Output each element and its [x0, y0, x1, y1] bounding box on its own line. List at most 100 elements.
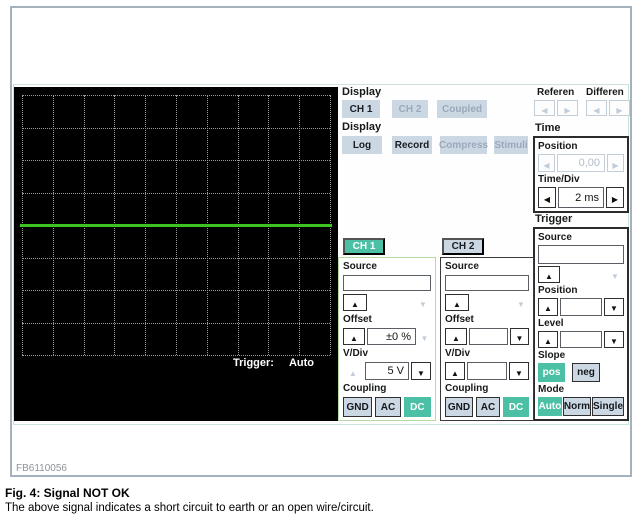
ch2-vdiv-field[interactable]: [467, 362, 507, 380]
ch1-vdiv-field[interactable]: [365, 362, 409, 380]
referen-label: Referen: [537, 87, 574, 98]
mode-single-button[interactable]: Single: [592, 397, 624, 416]
time-div-decrease-button[interactable]: [538, 187, 556, 208]
arrow-down-icon: [516, 329, 524, 344]
display-modes-label: Display: [342, 122, 381, 133]
scope-trigger-status: Trigger: Auto: [233, 357, 314, 369]
ch1-vdiv-down-button[interactable]: [411, 362, 431, 380]
differen-right-button[interactable]: [609, 100, 630, 116]
ch1-offset-up-button[interactable]: [343, 328, 365, 345]
arrow-left-icon: [541, 101, 547, 116]
trigger-level-down-button[interactable]: [604, 331, 624, 348]
ch2-coupling-dc-button[interactable]: DC: [503, 397, 529, 417]
scope-gridline-horizontal: [22, 258, 330, 259]
trigger-status-value: Auto: [289, 357, 314, 369]
display-compress-button[interactable]: Compress: [440, 136, 487, 154]
trigger-level-field[interactable]: [560, 331, 602, 348]
arrow-up-icon: [350, 329, 358, 344]
ch1-source-field[interactable]: [343, 275, 431, 291]
trigger-position-label: Position: [538, 285, 624, 296]
figure-caption-title: Fig. 4: Signal NOT OK: [5, 486, 130, 500]
trigger-position-up-button[interactable]: [538, 298, 558, 315]
ch2-vdiv-down-button[interactable]: [509, 362, 529, 380]
display-ch2-button[interactable]: CH 2: [392, 100, 428, 118]
ch1-source-label: Source: [343, 261, 431, 272]
trigger-source-field[interactable]: [538, 245, 624, 264]
trigger-source-up-button[interactable]: [538, 266, 560, 283]
scope-gridline-horizontal: [22, 128, 330, 129]
display-coupled-button[interactable]: Coupled: [437, 100, 487, 118]
arrow-down-icon: [610, 299, 618, 314]
ch1-coupling-ac-button[interactable]: AC: [375, 397, 400, 417]
time-position-decrease-button[interactable]: [538, 154, 555, 172]
referen-left-button[interactable]: [534, 100, 555, 116]
arrow-left-icon: [543, 156, 549, 171]
trigger-mode-label: Mode: [538, 384, 624, 395]
display-channels-label: Display: [342, 87, 381, 98]
ch2-coupling-ac-button[interactable]: AC: [476, 397, 500, 417]
ch1-source-down-button[interactable]: [415, 294, 431, 311]
arrow-down-icon: [610, 332, 618, 347]
ch2-source-label: Source: [445, 261, 529, 272]
scope-gridline-horizontal: [22, 290, 330, 291]
display-log-button[interactable]: Log: [342, 136, 382, 154]
ch2-offset-field[interactable]: [469, 328, 508, 345]
time-position-field[interactable]: [557, 154, 605, 172]
differen-left-button[interactable]: [586, 100, 607, 116]
arrow-up-icon: [452, 329, 460, 344]
time-div-field[interactable]: [558, 187, 604, 208]
arrow-up-icon: [544, 299, 552, 314]
arrow-down-icon: [417, 364, 425, 379]
ch1-vdiv-up-button[interactable]: [343, 362, 363, 380]
display-record-button[interactable]: Record: [392, 136, 432, 154]
trigger-status-label: Trigger:: [233, 357, 274, 369]
arrow-left-icon: [544, 190, 550, 205]
signal-trace: [20, 224, 332, 227]
arrow-down-icon: [515, 364, 523, 379]
ch1-coupling-dc-button[interactable]: DC: [404, 397, 431, 417]
trigger-position-field[interactable]: [560, 298, 602, 315]
mode-auto-button[interactable]: Auto: [538, 397, 562, 416]
scope-gridline-horizontal: [22, 95, 330, 96]
scope-grid: [22, 95, 330, 355]
ch2-offset-label: Offset: [445, 314, 529, 325]
time-panel: Position Time/Div: [533, 136, 629, 213]
arrow-up-icon: [544, 332, 552, 347]
trigger-source-down-button[interactable]: [606, 266, 624, 283]
arrow-up-icon: [451, 364, 459, 379]
ch1-source-up-button[interactable]: [343, 294, 367, 311]
ch1-offset-down-button[interactable]: [418, 328, 431, 345]
arrow-right-icon: [612, 156, 618, 171]
time-div-increase-button[interactable]: [606, 187, 624, 208]
ch2-offset-up-button[interactable]: [445, 328, 467, 345]
scope-gridline-horizontal: [22, 160, 330, 161]
ch2-vdiv-up-button[interactable]: [445, 362, 465, 380]
display-stimuli-button[interactable]: Stimuli: [494, 136, 528, 154]
time-position-increase-button[interactable]: [607, 154, 624, 172]
trigger-position-down-button[interactable]: [604, 298, 624, 315]
tab-ch2[interactable]: CH 2: [442, 238, 484, 255]
ch1-coupling-gnd-button[interactable]: GND: [343, 397, 372, 417]
arrow-up-icon: [351, 295, 359, 310]
ch2-offset-down-button[interactable]: [510, 328, 529, 345]
ch2-source-down-button[interactable]: [513, 294, 529, 311]
ch1-offset-field[interactable]: [367, 328, 416, 345]
ch2-source-up-button[interactable]: [445, 294, 469, 311]
mode-norm-button[interactable]: Norm: [563, 397, 591, 416]
slope-neg-button[interactable]: neg: [572, 363, 600, 382]
arrow-down-icon: [419, 295, 427, 310]
ch2-source-field[interactable]: [445, 275, 529, 291]
ch2-coupling-gnd-button[interactable]: GND: [445, 397, 473, 417]
slope-pos-button[interactable]: pos: [538, 363, 565, 382]
trigger-level-up-button[interactable]: [538, 331, 558, 348]
scope-display: Trigger: Auto: [14, 87, 338, 421]
ch2-vdiv-label: V/Div: [445, 348, 529, 359]
ch1-coupling-label: Coupling: [343, 383, 431, 394]
display-ch1-button[interactable]: CH 1: [342, 100, 380, 118]
referen-right-button[interactable]: [557, 100, 578, 116]
arrow-down-icon: [611, 267, 619, 282]
trigger-source-label: Source: [538, 232, 624, 243]
tab-ch1[interactable]: CH 1: [343, 238, 385, 255]
time-position-label: Position: [538, 141, 624, 152]
figure-caption-body: The above signal indicates a short circu…: [5, 502, 374, 514]
